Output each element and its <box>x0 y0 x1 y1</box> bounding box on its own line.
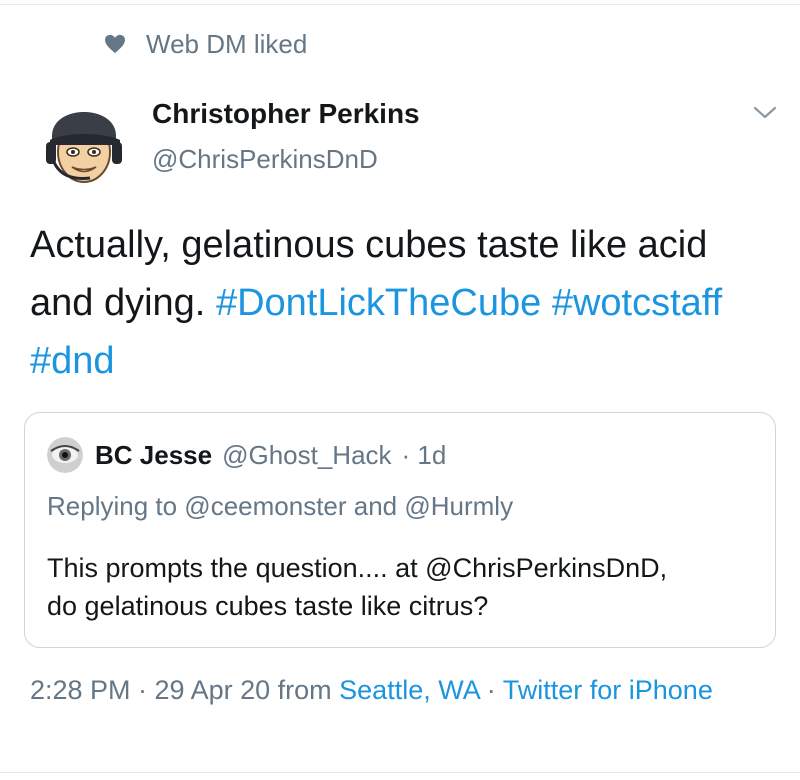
tweet-meta: 2:28 PM · 29 Apr 20 from Seattle, WA · T… <box>30 670 770 710</box>
top-divider <box>0 4 800 5</box>
quoted-author-name[interactable]: BC Jesse <box>95 440 212 471</box>
tweet-text: Actually, gelatinous cubes taste like ac… <box>30 216 780 390</box>
avatar-illustration <box>34 92 134 192</box>
hashtag-wotcstaff[interactable]: #wotcstaff <box>552 282 722 324</box>
author-avatar[interactable] <box>34 92 134 192</box>
replying-to: Replying to @ceemonster and @Hurmly <box>47 491 514 521</box>
quoted-author-handle[interactable]: @Ghost_Hack <box>222 440 391 471</box>
avatar-illustration <box>47 437 83 473</box>
social-context: Web DM liked <box>104 26 307 62</box>
tweet-source-link[interactable]: Twitter for iPhone <box>503 675 713 705</box>
author-block: Christopher Perkins @ChrisPerkinsDnD <box>152 96 420 176</box>
meta-separator: · <box>486 675 496 705</box>
chevron-down-icon[interactable] <box>752 104 778 122</box>
tweet-timestamp: 2:28 PM · 29 Apr 20 from <box>30 675 332 705</box>
quoted-tweet-text-line: This prompts the question.... at @ChrisP… <box>47 553 668 583</box>
quoted-tweet-time: · 1d <box>401 439 447 470</box>
quoted-author-avatar[interactable] <box>47 437 83 473</box>
hashtag-dontlickthecube[interactable]: #DontLickTheCube <box>216 282 541 324</box>
quoted-tweet-header: BC Jesse @Ghost_Hack · 1d <box>47 437 446 473</box>
hashtag-dnd[interactable]: #dnd <box>30 340 115 382</box>
quoted-tweet-card[interactable]: BC Jesse @Ghost_Hack · 1d Replying to @c… <box>24 412 776 648</box>
author-handle[interactable]: @ChrisPerkinsDnD <box>152 142 420 176</box>
social-context-label: Web DM liked <box>146 28 308 59</box>
quoted-tweet-text: This prompts the question.... at @ChrisP… <box>47 549 767 625</box>
heart-icon <box>104 34 126 54</box>
tweet-location-link[interactable]: Seattle, WA <box>339 675 479 705</box>
quoted-tweet-text-line: do gelatinous cubes taste like citrus? <box>47 591 489 621</box>
bottom-divider <box>0 772 800 773</box>
author-name[interactable]: Christopher Perkins <box>152 96 420 132</box>
